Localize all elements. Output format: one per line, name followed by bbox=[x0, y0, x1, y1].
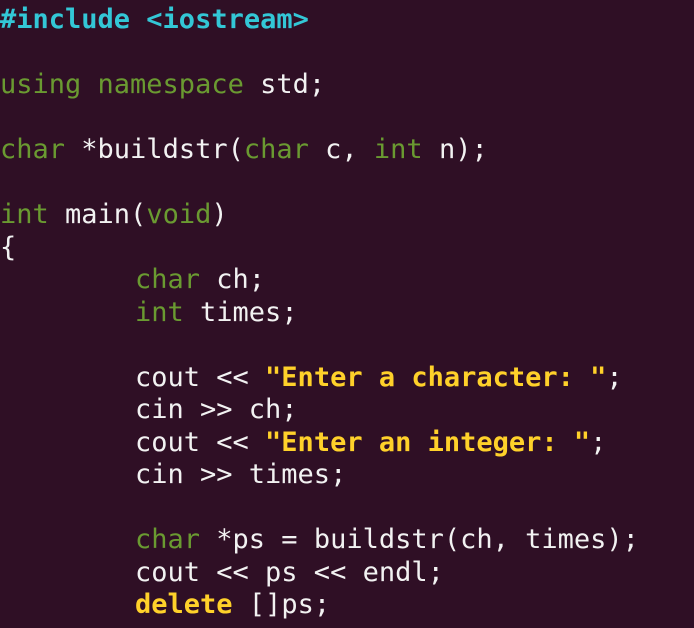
keyword-token: using namespace bbox=[0, 69, 244, 100]
code-editor[interactable]: #include <iostream> using namespace std; c… bbox=[0, 0, 694, 628]
code-token: *buildstr( bbox=[65, 134, 244, 165]
code-line[interactable]: using namespace std; bbox=[0, 69, 694, 102]
keyword-token: char bbox=[135, 524, 201, 555]
code-line[interactable]: int times; bbox=[0, 297, 694, 330]
code-line[interactable]: int main(void) bbox=[0, 199, 694, 232]
code-token: { bbox=[0, 231, 17, 263]
string-literal-token: "Enter an integer: " bbox=[265, 426, 591, 458]
keyword-token: delete bbox=[135, 589, 233, 620]
keyword-token: char bbox=[135, 264, 201, 295]
keyword-token: int bbox=[0, 199, 49, 230]
code-token: []ps; bbox=[232, 589, 331, 620]
code-token: cout << ps << endl; bbox=[135, 556, 444, 588]
code-line[interactable]: cin >> ch; bbox=[0, 394, 694, 427]
code-line[interactable] bbox=[0, 37, 694, 70]
code-token: ; bbox=[590, 426, 607, 458]
keyword-token: char bbox=[0, 134, 66, 165]
code-token: ch; bbox=[200, 264, 266, 295]
code-token: ; bbox=[606, 361, 623, 393]
code-line[interactable]: delete []ps; bbox=[0, 589, 694, 622]
code-line[interactable] bbox=[0, 492, 694, 525]
code-token: cin >> ch; bbox=[135, 394, 298, 425]
code-token: times; bbox=[183, 296, 298, 328]
code-line[interactable]: #include <iostream> bbox=[0, 4, 694, 37]
keyword-token: int bbox=[135, 296, 184, 328]
code-token: c, bbox=[308, 134, 374, 165]
code-line[interactable]: cout << "Enter an integer: "; bbox=[0, 427, 694, 460]
preprocessor-token: #include <iostream> bbox=[0, 4, 309, 35]
code-line[interactable]: cout << "Enter a character: "; bbox=[0, 362, 694, 395]
code-token: main( bbox=[48, 199, 147, 230]
code-token: std; bbox=[243, 69, 326, 100]
code-token: *ps = buildstr(ch, times); bbox=[200, 524, 639, 555]
code-token: cout << bbox=[135, 426, 266, 458]
code-line[interactable] bbox=[0, 102, 694, 135]
keyword-token: void bbox=[146, 199, 212, 230]
string-literal-token: "Enter a character: " bbox=[265, 361, 607, 393]
keyword-token: char bbox=[243, 134, 309, 165]
code-line[interactable]: char ch; bbox=[0, 264, 694, 297]
code-line[interactable]: cin >> times; bbox=[0, 459, 694, 492]
code-line[interactable]: char *buildstr(char c, int n); bbox=[0, 134, 694, 167]
code-line[interactable]: cout << ps << endl; bbox=[0, 557, 694, 590]
code-token: n); bbox=[422, 134, 488, 165]
code-line[interactable]: { bbox=[0, 232, 694, 265]
code-line[interactable] bbox=[0, 329, 694, 362]
code-token: cout << bbox=[135, 361, 266, 393]
keyword-token: int bbox=[373, 134, 423, 165]
code-token: cin >> times; bbox=[135, 459, 347, 490]
code-line[interactable] bbox=[0, 167, 694, 200]
code-line[interactable]: char *ps = buildstr(ch, times); bbox=[0, 524, 694, 557]
code-token: ) bbox=[211, 199, 228, 230]
